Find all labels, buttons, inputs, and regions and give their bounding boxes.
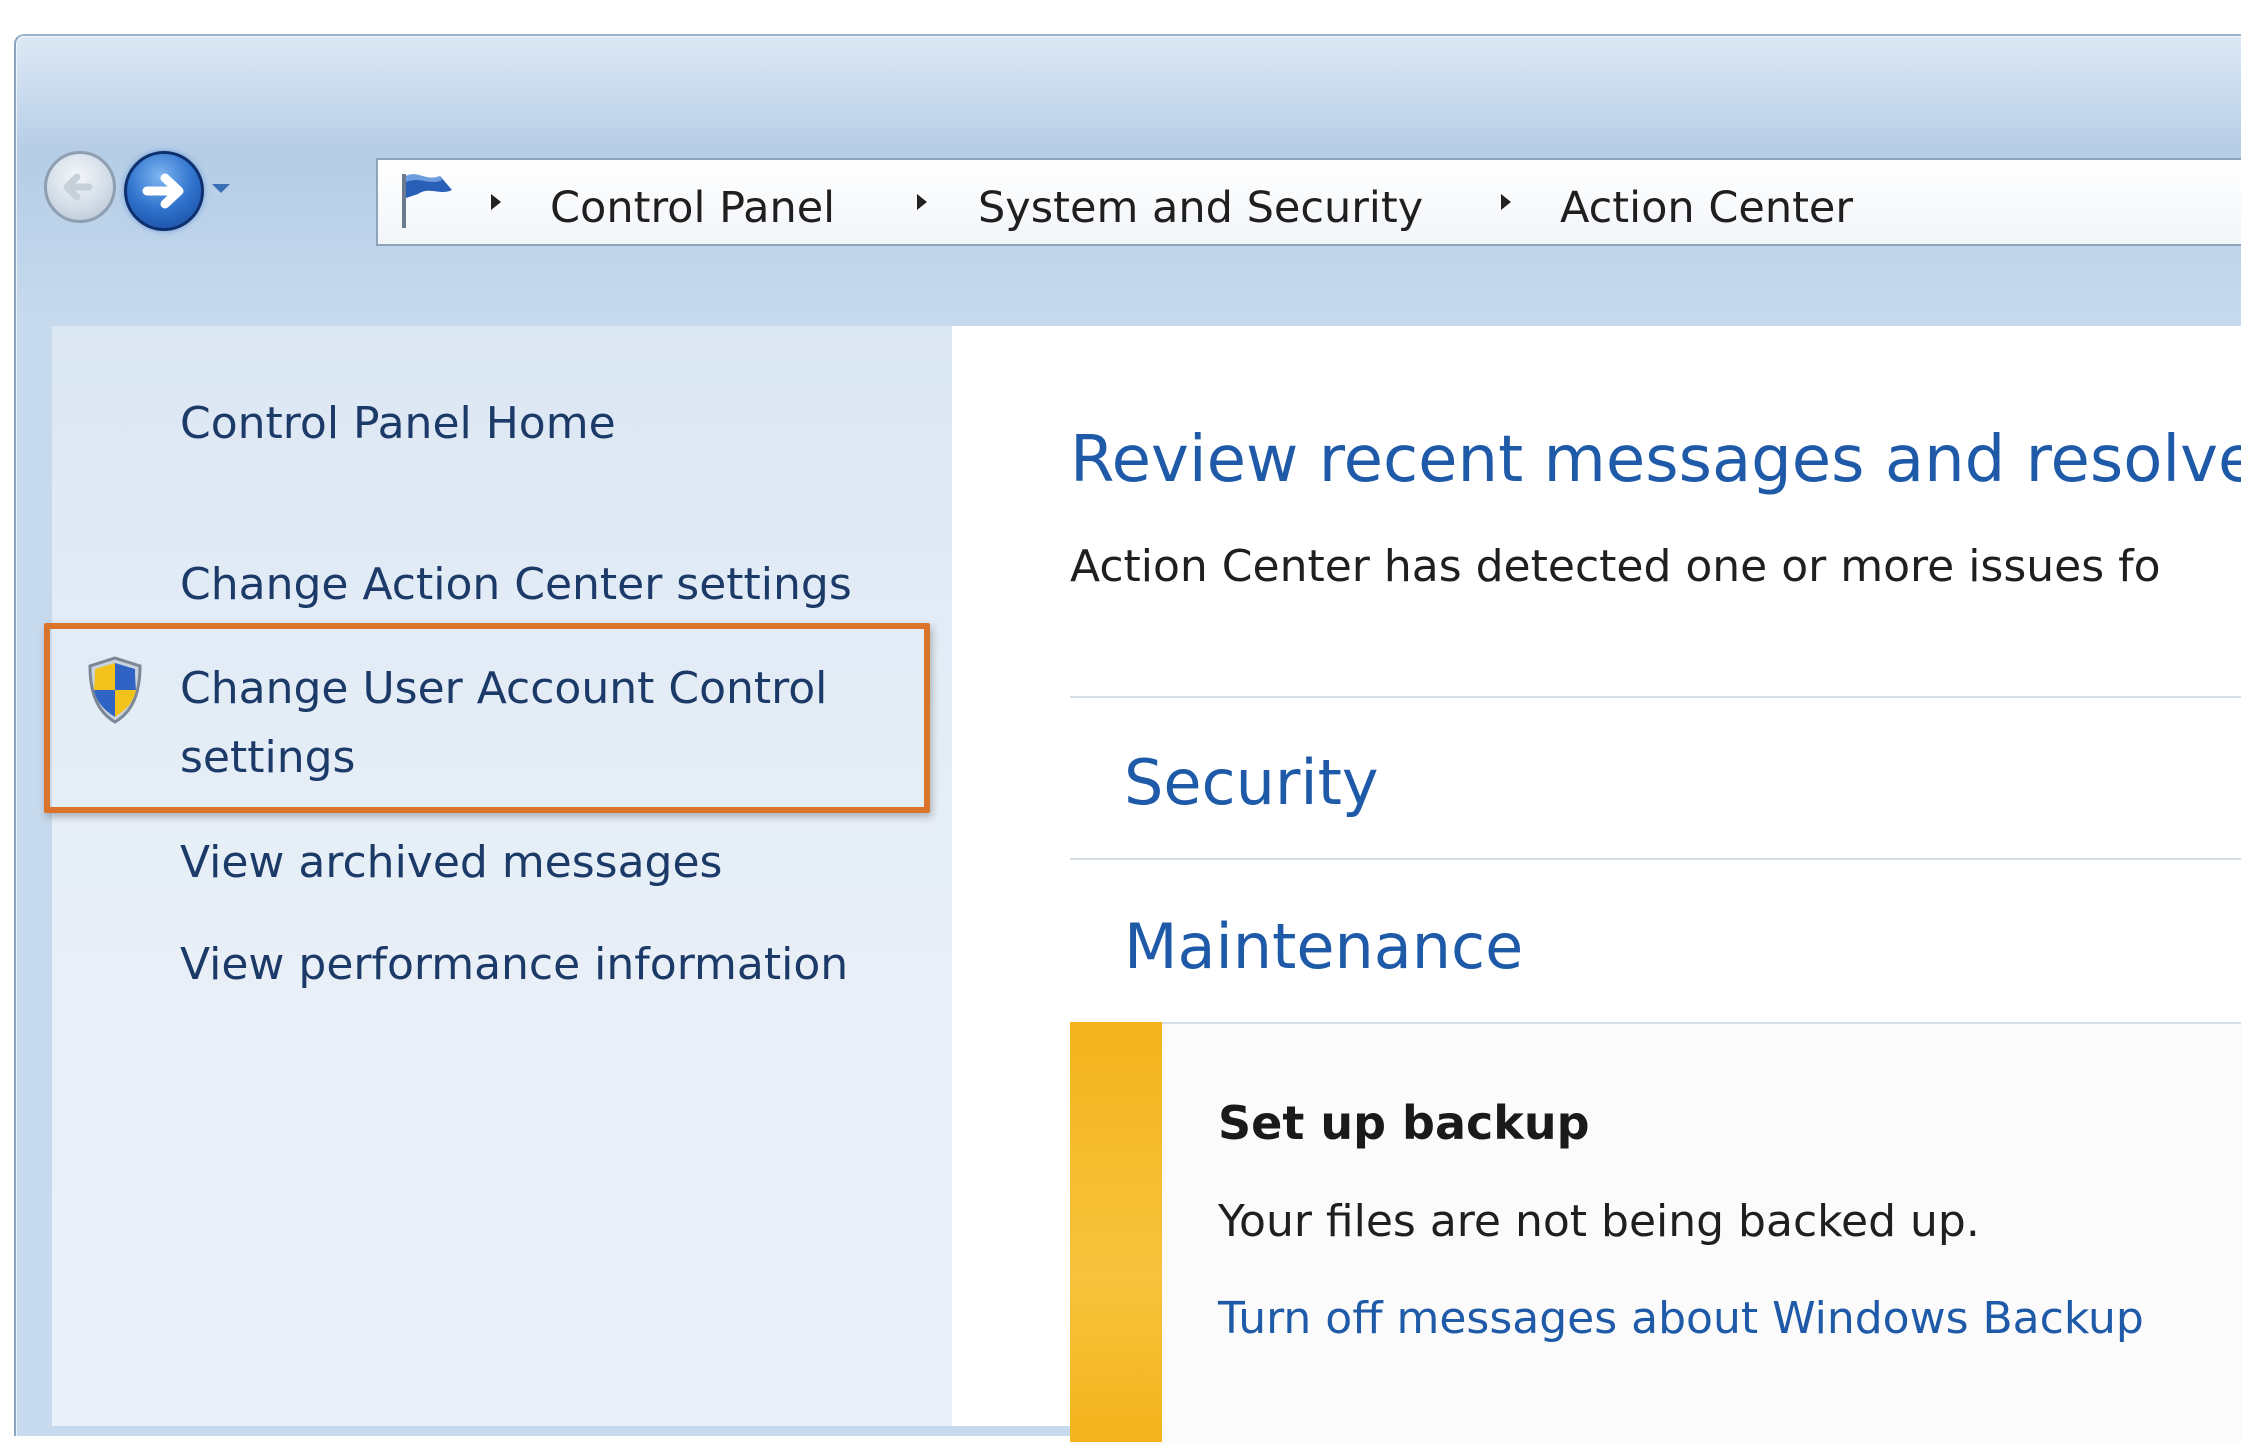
chevron-right-icon[interactable] xyxy=(1498,192,1514,212)
sidebar-item-view-archived-messages[interactable]: View archived messages xyxy=(180,834,722,892)
alert-severity-bar xyxy=(1070,1022,1162,1442)
forward-button[interactable] xyxy=(124,151,204,231)
chevron-down-icon[interactable] xyxy=(209,176,233,200)
breadcrumb-control-panel[interactable]: Control Panel xyxy=(550,180,835,236)
back-button[interactable] xyxy=(44,151,116,223)
sidebar-item-view-performance-information[interactable]: View performance information xyxy=(180,936,848,994)
divider xyxy=(1070,696,2241,698)
sidebar-item-control-panel-home[interactable]: Control Panel Home xyxy=(180,395,616,453)
chevron-right-icon xyxy=(491,194,501,210)
section-security[interactable]: Security xyxy=(1124,744,1379,822)
alert-description: Your files are not being backed up. xyxy=(1218,1196,1980,1247)
sidebar-item-change-action-center-settings[interactable]: Change Action Center settings xyxy=(180,556,852,614)
turn-off-backup-messages-link[interactable]: Turn off messages about Windows Backup xyxy=(1218,1290,2144,1348)
uac-shield-icon xyxy=(88,656,142,724)
action-center-flag-icon xyxy=(402,174,452,228)
arrow-left-icon xyxy=(63,173,93,201)
section-maintenance[interactable]: Maintenance xyxy=(1124,908,1523,986)
alert-title: Set up backup xyxy=(1218,1096,1590,1150)
uac-highlight-box xyxy=(44,623,930,813)
breadcrumb-system-and-security[interactable]: System and Security xyxy=(978,180,1423,236)
breadcrumb-action-center[interactable]: Action Center xyxy=(1560,180,1853,236)
divider xyxy=(1070,858,2241,860)
arrow-right-icon xyxy=(142,173,184,209)
page-title: Review recent messages and resolve p xyxy=(1070,423,2241,497)
chevron-right-icon[interactable] xyxy=(914,192,930,212)
page-description: Action Center has detected one or more i… xyxy=(1070,541,2161,592)
title-bar xyxy=(16,36,2241,156)
